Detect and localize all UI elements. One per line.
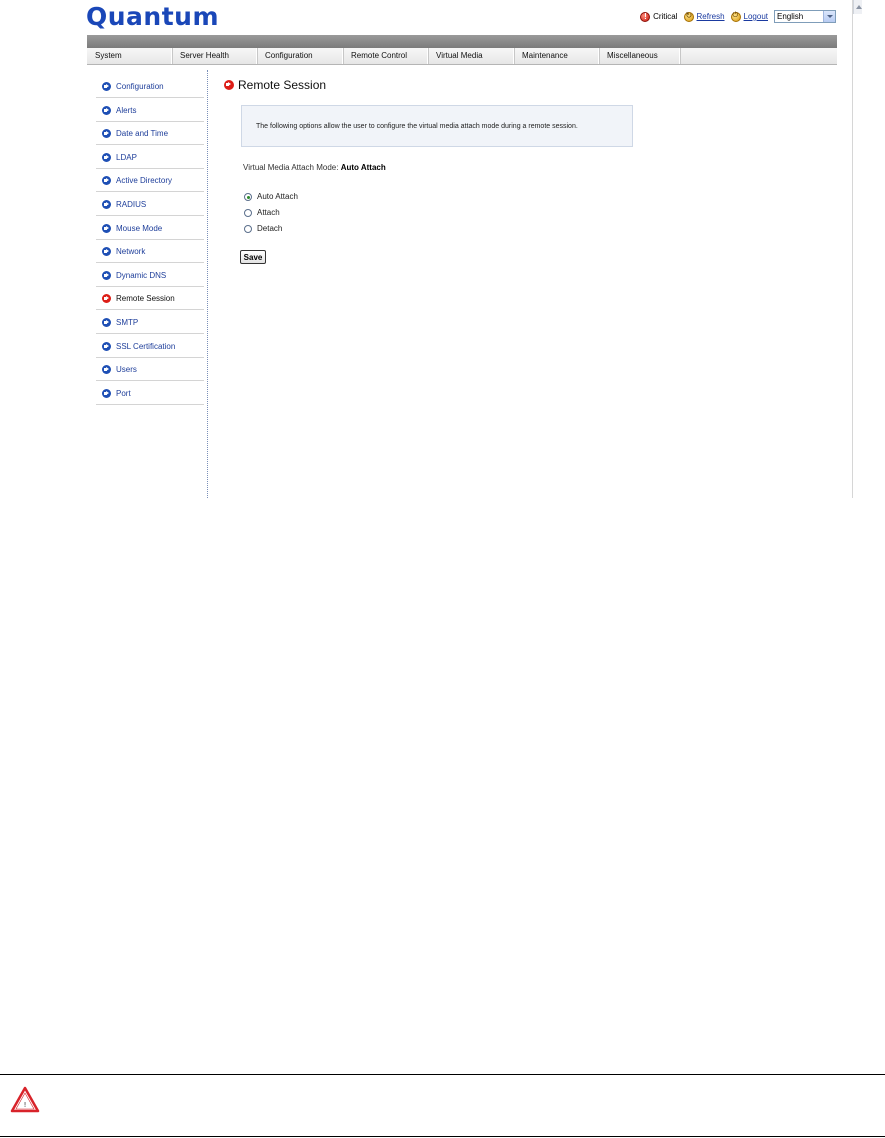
nav-item-configuration[interactable]: Configuration [257, 48, 343, 64]
info-text: The following options allow the user to … [256, 122, 578, 130]
arrow-right-icon [102, 152, 111, 162]
sidebar-item-ldap[interactable]: LDAP [96, 147, 204, 169]
sidebar-item-label: RADIUS [116, 199, 147, 209]
arrow-right-icon [102, 247, 111, 257]
sidebar-item-label: SMTP [116, 317, 139, 327]
chevron-down-icon[interactable] [823, 11, 835, 22]
sidebar-item-label: Dynamic DNS [116, 270, 167, 280]
arrow-right-icon [102, 176, 111, 186]
sidebar-item-alerts[interactable]: Alerts [96, 100, 204, 122]
sidebar-divider [207, 70, 208, 498]
sidebar-item-port[interactable]: Port [96, 383, 204, 405]
refresh-label[interactable]: Refresh [697, 12, 725, 21]
nav-item-maintenance[interactable]: Maintenance [514, 48, 599, 64]
arrow-right-icon [224, 80, 234, 90]
arrow-right-icon [102, 223, 111, 233]
refresh-link[interactable]: Refresh [683, 11, 725, 22]
sidebar-item-ssl-certification[interactable]: SSL Certification [96, 336, 204, 358]
svg-text:!: ! [24, 1101, 27, 1109]
nav-item-system[interactable]: System [87, 48, 172, 64]
nav-header-strip [87, 35, 837, 48]
logout-link[interactable]: Logout [730, 11, 768, 22]
radio-auto-attach[interactable]: Auto Attach [244, 192, 298, 201]
radio-button-checked[interactable] [244, 192, 252, 201]
arrow-right-icon [102, 341, 111, 351]
nav-item-virtual-media[interactable]: Virtual Media [428, 48, 514, 64]
attach-mode-label: Virtual Media Attach Mode: [243, 163, 339, 172]
radio-label: Auto Attach [257, 192, 298, 201]
attach-mode-value: Auto Attach [340, 163, 386, 172]
radio-attach[interactable]: Attach [244, 208, 280, 217]
arrow-right-icon [102, 317, 111, 327]
language-selected-value: English [777, 12, 804, 21]
arrow-right-icon [102, 270, 111, 280]
sidebar-item-date-and-time[interactable]: Date and Time [96, 123, 204, 146]
web-console-frame: Quantum Critical Refresh Logout English … [66, 0, 852, 498]
arrow-right-icon [102, 199, 111, 209]
sidebar-item-label: Mouse Mode [116, 223, 163, 233]
warning-top-rule [0, 1074, 885, 1075]
sidebar-item-label: Date and Time [116, 129, 169, 139]
refresh-icon [683, 11, 694, 22]
arrow-right-icon [102, 129, 111, 139]
sidebar-item-label: Port [116, 388, 131, 398]
info-box: The following options allow the user to … [241, 105, 633, 147]
arrow-right-icon [102, 105, 111, 115]
sidebar-item-radius[interactable]: RADIUS [96, 194, 204, 216]
sidebar-item-remote-session[interactable]: Remote Session [96, 288, 204, 311]
attach-mode-line: Virtual Media Attach Mode: Auto Attach [243, 163, 386, 172]
scrollbar-up-arrow[interactable] [853, 0, 862, 14]
main-nav-menu: System Server Health Configuration Remot… [87, 48, 837, 65]
sidebar-item-active-directory[interactable]: Active Directory [96, 170, 204, 193]
page-title: Remote Session [224, 78, 824, 92]
warning-triangle-icon: ! [10, 1086, 40, 1113]
logout-label[interactable]: Logout [744, 12, 768, 21]
radio-label: Attach [257, 208, 280, 217]
sidebar-item-label: Alerts [116, 105, 137, 115]
radio-button[interactable] [244, 224, 252, 233]
radio-detach[interactable]: Detach [244, 224, 282, 233]
warning-bottom-rule [0, 1136, 885, 1137]
sidebar-item-label: Configuration [116, 82, 164, 91]
arrow-right-icon [102, 294, 111, 304]
sidebar-item-network[interactable]: Network [96, 241, 204, 264]
sidebar-item-configuration[interactable]: Configuration [96, 76, 204, 98]
sidebar-item-label: Remote Session [116, 294, 175, 304]
logout-icon [730, 11, 741, 22]
sidebar: Configuration Alerts Date and Time LDAP … [96, 76, 204, 406]
sidebar-item-label: Users [116, 365, 137, 375]
sidebar-item-mouse-mode[interactable]: Mouse Mode [96, 218, 204, 240]
critical-label: Critical [653, 12, 678, 21]
radio-label: Detach [257, 224, 283, 233]
sidebar-item-label: SSL Certification [116, 341, 176, 351]
quantum-logo: Quantum [86, 2, 220, 31]
sidebar-item-smtp[interactable]: SMTP [96, 312, 204, 334]
arrow-right-icon [102, 82, 111, 91]
language-select[interactable]: English [774, 10, 836, 23]
nav-item-server-health[interactable]: Server Health [172, 48, 257, 64]
sidebar-item-label: LDAP [116, 152, 137, 162]
nav-item-remote-control[interactable]: Remote Control [343, 48, 428, 64]
arrow-right-icon [102, 388, 111, 398]
nav-item-miscellaneous[interactable]: Miscellaneous [599, 48, 680, 64]
critical-icon [640, 11, 651, 22]
sidebar-item-dynamic-dns[interactable]: Dynamic DNS [96, 265, 204, 287]
page-title-text: Remote Session [238, 78, 327, 92]
arrow-right-icon [102, 365, 111, 375]
radio-button[interactable] [244, 208, 252, 217]
header-actions: Critical Refresh Logout English [634, 10, 836, 23]
save-button[interactable]: Save [240, 250, 266, 264]
main-content: Remote Session The following options all… [224, 78, 824, 264]
sidebar-item-label: Active Directory [116, 176, 173, 186]
sidebar-item-users[interactable]: Users [96, 359, 204, 382]
critical-status[interactable]: Critical [640, 11, 678, 22]
sidebar-item-label: Network [116, 247, 146, 257]
window-right-border [852, 0, 853, 498]
